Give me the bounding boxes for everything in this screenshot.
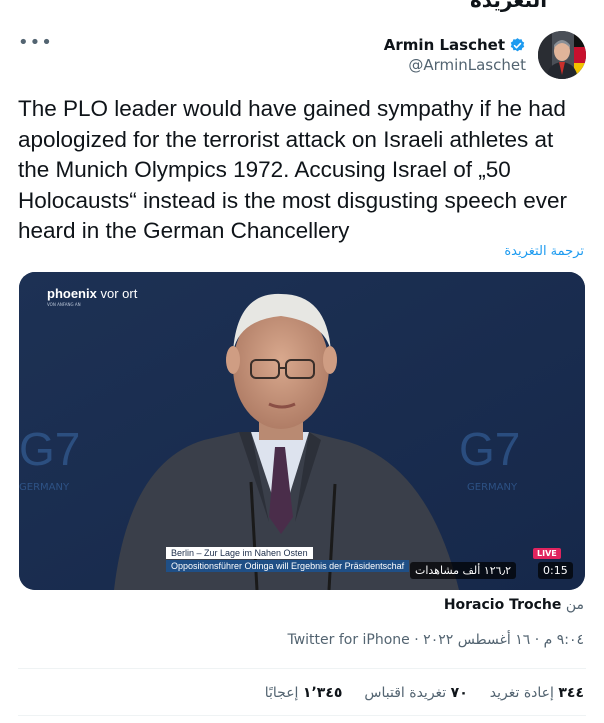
tweet-date[interactable]: ١٦ أغسطس ٢٠٢٢: [423, 632, 530, 648]
divider: [18, 668, 586, 669]
source-account-link[interactable]: Horacio Troche: [444, 597, 562, 613]
author-handle[interactable]: @ArminLaschet: [384, 56, 526, 74]
channel-subtitle: VON ANFANG AN: [47, 302, 81, 307]
meta-separator: ·: [414, 632, 419, 648]
germany-label-left: GERMANY: [19, 482, 70, 493]
g7-logo-left: G7: [19, 423, 81, 475]
meta-separator: ·: [534, 632, 540, 648]
view-count: ١٢٦٫٢ ألف مشاهدات: [410, 562, 517, 579]
lower-third-ticker: Oppositionsführer Odinga will Ergebnis d…: [166, 560, 410, 572]
page-title: التغريدة: [470, 0, 548, 12]
g7-logo-right: G7: [459, 423, 521, 475]
translate-tweet-link[interactable]: ترجمة التغريدة: [504, 244, 584, 259]
author-name[interactable]: Armin Laschet: [384, 36, 505, 54]
retweets-stat[interactable]: ٣٤٤ إعادة تغريد: [490, 685, 584, 701]
tweet-stats: ٣٤٤ إعادة تغريد ٧٠ تغريدة اقتباس ١٬٣٤٥ إ…: [265, 685, 584, 701]
author-info[interactable]: Armin Laschet @ArminLaschet: [384, 36, 526, 74]
live-badge: LIVE: [533, 548, 561, 559]
likes-stat[interactable]: ١٬٣٤٥ إعجابًا: [265, 685, 343, 701]
quotes-stat[interactable]: ٧٠ تغريدة اقتباس: [364, 685, 467, 701]
news-lower-third: Berlin – Zur Lage im Nahen Osten Opposit…: [166, 547, 410, 572]
verified-badge-icon: [510, 37, 525, 51]
source-attribution: من Horacio Troche: [444, 597, 584, 613]
video-player[interactable]: G7 G7 GERMANY GERMANY phoenix vor ort VO…: [19, 272, 585, 590]
video-timer: 0:15: [538, 562, 573, 579]
channel-logo: phoenix vor ort: [47, 286, 138, 301]
lower-third-headline: Berlin – Zur Lage im Nahen Osten: [166, 547, 313, 559]
divider: [18, 715, 586, 716]
germany-label-right: GERMANY: [467, 482, 518, 493]
tweet-time[interactable]: ٩:٠٤ م: [544, 632, 584, 648]
tweet-meta: ٩:٠٤ م · ١٦ أغسطس ٢٠٢٢ · Twitter for iPh…: [287, 632, 584, 648]
more-icon: •••: [18, 32, 53, 53]
avatar-image: [538, 31, 586, 79]
source-prefix: من: [565, 597, 584, 613]
tweet-client-link[interactable]: Twitter for iPhone: [287, 632, 409, 648]
more-options-button[interactable]: •••: [18, 32, 53, 53]
tweet-text: The PLO leader would have gained sympath…: [18, 96, 568, 243]
avatar[interactable]: [538, 31, 586, 79]
